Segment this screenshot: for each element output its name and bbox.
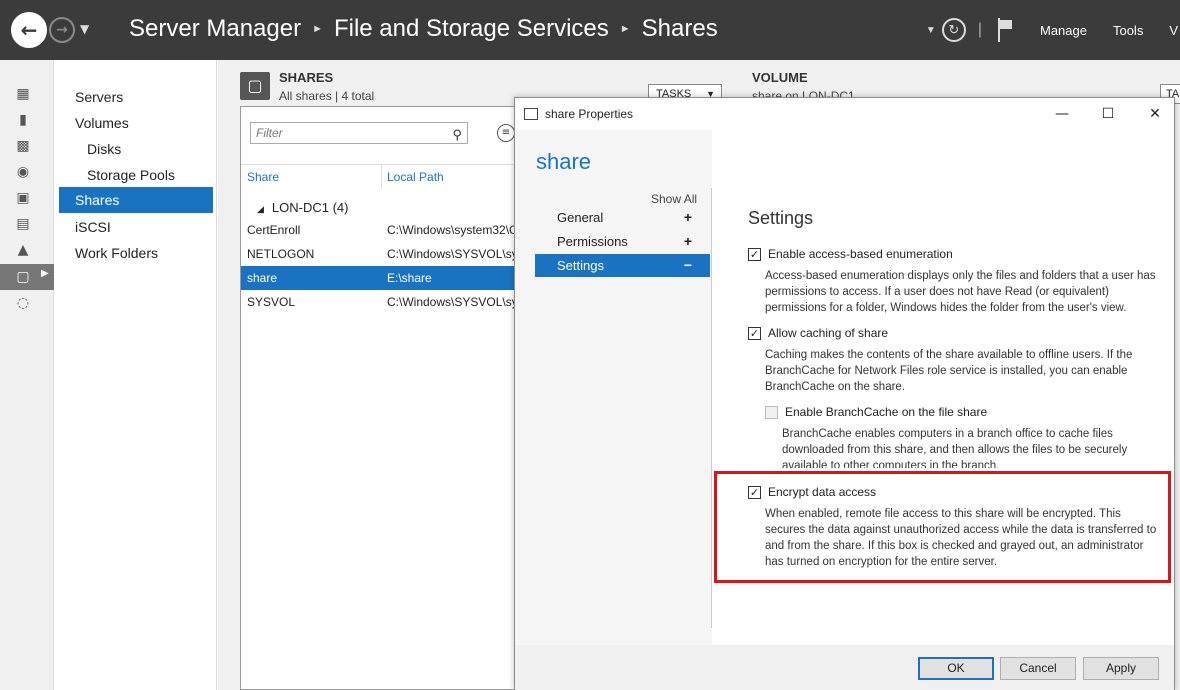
page-permissions-label: Permissions [557,234,628,249]
abe-label[interactable]: Enable access-based enumeration [768,247,953,261]
dialog-share-name: share [536,149,592,174]
ok-button[interactable]: OK [918,657,994,680]
volume-title: VOLUME [752,70,808,85]
breadcrumb-shares[interactable]: Shares [642,15,718,43]
dialog-footer: OK Cancel Apply [515,645,1174,690]
abe-description: Access-based enumeration displays only t… [765,270,1156,314]
dialog-app-icon [524,108,538,120]
abe-checkbox[interactable]: ✓ [748,248,761,261]
header-divider [241,164,526,165]
share-name-cell: CertEnroll [247,223,301,237]
expand-plus-icon[interactable]: + [684,206,692,229]
refresh-icon[interactable]: ↻ [941,18,966,42]
back-arrow-icon[interactable]: ← [11,12,47,48]
search-icon[interactable]: ⚲ [452,125,462,145]
dialog-page-list: share Show All General + Permissions + S… [515,130,713,645]
nav-item-work-folders[interactable]: Work Folders [59,240,213,266]
filter-placeholder: Filter [256,126,283,140]
role-icon[interactable]: ▲ [14,242,32,258]
nav-item-storage-pools[interactable]: Storage Pools [59,162,213,188]
minimize-icon[interactable]: — [1042,102,1082,126]
table-row[interactable]: NETLOGON C:\Windows\SYSVOL\sysvol\Adatum… [241,242,526,266]
group-label: LON-DC1 (4) [271,200,349,215]
shares-section-icon: ▢ [240,72,270,100]
dashboard-icon[interactable]: ▦ [14,86,32,102]
expand-arrow-icon[interactable]: ▶ [41,268,49,279]
dialog-title-bar[interactable]: share Properties — ☐ ✕ [515,98,1174,130]
share-properties-dialog: share Properties — ☐ ✕ share Show All Ge… [514,97,1175,690]
branchcache-checkbox[interactable] [765,406,778,419]
branchcache-description: BranchCache enables computers in a branc… [782,428,1128,468]
nav-item-servers[interactable]: Servers [59,84,213,110]
shares-subtitle: All shares | 4 total [279,89,375,103]
collapse-triangle-icon[interactable]: ◢ [257,204,264,214]
caching-checkbox[interactable]: ✓ [748,327,761,340]
share-name-cell: share [247,271,278,285]
menu-tools[interactable]: Tools [1113,23,1143,38]
breadcrumb-file-storage[interactable]: File and Storage Services [334,15,609,43]
local-path-cell: E:\share [387,271,432,285]
nav-item-disks[interactable]: Disks [59,136,213,162]
column-header-share[interactable]: Share [247,170,279,184]
title-bar: ← → ▼ Server Manager ► File and Storage … [0,0,1180,60]
icon-rail: ▦ ▮ ▩ ◉ ▣ ▤ ▲ ▢ ▶ ◌ [0,60,54,690]
caching-label[interactable]: Allow caching of share [768,326,888,340]
page-settings[interactable]: Settings − [535,254,710,277]
toolbar-divider: | [977,21,982,38]
toolbar-right: ▼ ↻ | Manage Tools V [926,0,1180,60]
local-path-cell: C:\Windows\SYSVOL\sysvol\Adatum.com\SCRI… [387,247,526,261]
expand-plus-icon[interactable]: + [684,230,692,253]
close-icon[interactable]: ✕ [1135,102,1175,126]
ad-ds-icon[interactable]: ◉ [14,164,32,180]
local-path-cell: C:\Windows\SYSVOL\sysvol [387,295,526,309]
red-highlight-box [714,471,1171,583]
breadcrumb-server-manager[interactable]: Server Manager [129,15,301,43]
shares-list-panel: Filter ⚲ ≡ Share Local Path ◢ LON-DC1 (4)… [240,106,526,690]
breadcrumb-separator-icon: ► [312,23,323,35]
collapse-minus-icon[interactable]: − [684,254,692,277]
dialog-title: share Properties [545,107,634,121]
refresh-dropdown-icon[interactable]: ▼ [926,25,936,36]
column-header-local-path[interactable]: Local Path [387,170,444,184]
nav-item-iscsi[interactable]: iSCSI [59,214,213,240]
page-permissions[interactable]: Permissions + [535,230,710,253]
show-all-link[interactable]: Show All [651,192,697,206]
menu-view[interactable]: V [1169,23,1178,38]
iis-icon[interactable]: ◌ [14,295,32,311]
cancel-button[interactable]: Cancel [1000,657,1076,680]
forward-arrow-icon[interactable]: → [49,17,75,43]
maximize-icon[interactable]: ☐ [1088,102,1128,126]
shares-title: SHARES [279,70,334,85]
file-storage-services-icon[interactable]: ▢ [14,269,32,285]
local-server-icon[interactable]: ▮ [14,112,32,128]
navigation-pane: Servers Volumes Disks Storage Pools Shar… [55,60,217,690]
nav-item-volumes[interactable]: Volumes [59,110,213,136]
breadcrumb-separator-icon: ► [619,23,631,35]
filter-input[interactable]: Filter ⚲ [250,122,468,144]
group-header[interactable]: ◢ LON-DC1 (4) [257,200,349,215]
menu-manage[interactable]: Manage [1040,23,1087,38]
table-row-selected[interactable]: share E:\share [241,266,526,290]
dns-icon[interactable]: ▤ [14,216,32,232]
breadcrumb: Server Manager ► File and Storage Servic… [129,15,718,43]
list-options-icon[interactable]: ≡ [497,124,515,142]
share-name-cell: NETLOGON [247,247,315,261]
page-general[interactable]: General + [535,206,710,229]
share-name-cell: SYSVOL [247,295,296,309]
history-dropdown-icon[interactable]: ▼ [80,22,89,36]
page-general-label: General [557,210,604,225]
local-path-cell: C:\Windows\system32\CertSrv\CertEnroll [387,223,526,237]
column-divider[interactable] [381,165,382,189]
settings-heading: Settings [748,208,814,228]
nav-item-shares[interactable]: Shares [59,187,213,213]
page-settings-label: Settings [557,258,604,273]
branchcache-label[interactable]: Enable BranchCache on the file share [785,405,987,419]
table-row[interactable]: CertEnroll C:\Windows\system32\CertSrv\C… [241,218,526,242]
all-servers-icon[interactable]: ▩ [14,138,32,154]
notifications-flag-icon[interactable] [996,18,1014,42]
table-row[interactable]: SYSVOL C:\Windows\SYSVOL\sysvol [241,290,526,314]
dhcp-icon[interactable]: ▣ [14,190,32,206]
apply-button[interactable]: Apply [1083,657,1159,680]
caching-description: Caching makes the contents of the share … [765,349,1133,393]
